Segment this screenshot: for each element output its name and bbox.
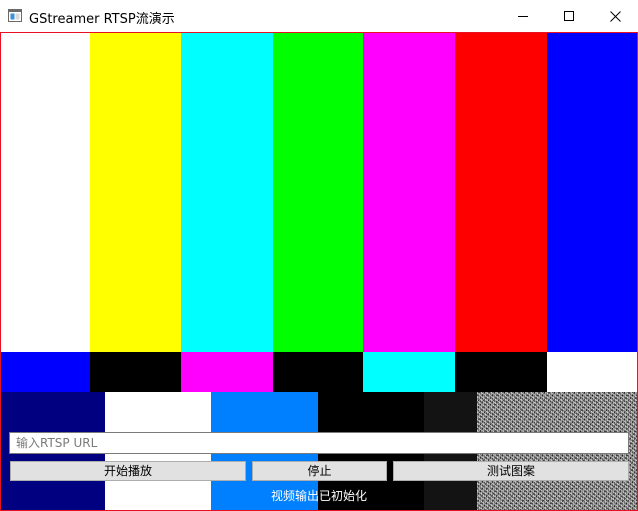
mid-bar xyxy=(455,352,547,392)
title-bar: GStreamer RTSP流演示 xyxy=(0,0,638,32)
bar-blue xyxy=(547,33,637,352)
color-bars-middle xyxy=(1,352,637,392)
mid-bar xyxy=(547,352,637,392)
app-window-icon xyxy=(8,9,22,22)
bar-white xyxy=(1,33,90,352)
status-text: 视频输出已初始化 xyxy=(270,489,367,503)
mid-bar xyxy=(181,352,273,392)
start-play-button[interactable]: 开始播放 xyxy=(10,461,246,481)
close-button[interactable] xyxy=(592,0,638,32)
bar-cyan xyxy=(181,33,273,352)
close-icon xyxy=(609,10,621,22)
minimize-button[interactable] xyxy=(500,0,546,32)
bar-red xyxy=(455,33,547,352)
test-pattern-button[interactable]: 测试图案 xyxy=(393,461,629,481)
mid-bar xyxy=(1,352,90,392)
maximize-icon xyxy=(564,11,574,21)
maximize-button[interactable] xyxy=(546,0,592,32)
rtsp-url-input[interactable] xyxy=(9,432,629,454)
minimize-icon xyxy=(518,16,528,17)
window-title: GStreamer RTSP流演示 xyxy=(29,12,175,27)
stop-button[interactable]: 停止 xyxy=(252,461,387,481)
color-bars-top xyxy=(1,33,637,352)
video-display: 开始播放 停止 测试图案 视频输出已初始化 xyxy=(0,32,638,511)
bar-yellow xyxy=(90,33,181,352)
mid-bar xyxy=(90,352,181,392)
bar-magenta xyxy=(363,33,455,352)
bar-green xyxy=(273,33,363,352)
mid-bar xyxy=(363,352,455,392)
mid-bar xyxy=(273,352,363,392)
